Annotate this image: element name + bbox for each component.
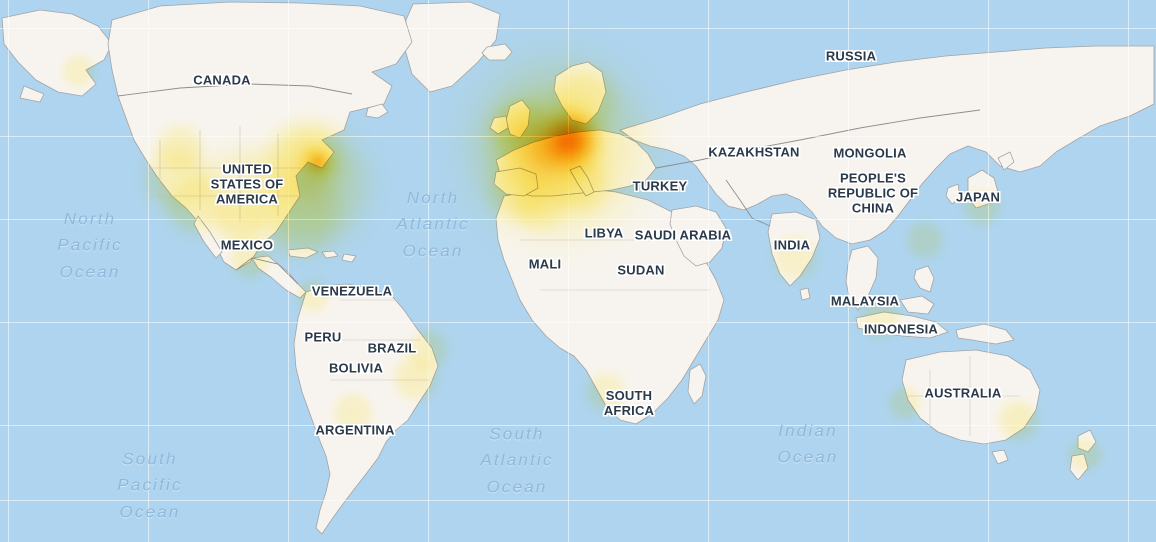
- world-map[interactable]: .ld{fill:#F7F4F0;stroke:#A3A3A3;stroke-w…: [0, 0, 1156, 542]
- map-base-layer: .ld{fill:#F7F4F0;stroke:#A3A3A3;stroke-w…: [0, 0, 1156, 542]
